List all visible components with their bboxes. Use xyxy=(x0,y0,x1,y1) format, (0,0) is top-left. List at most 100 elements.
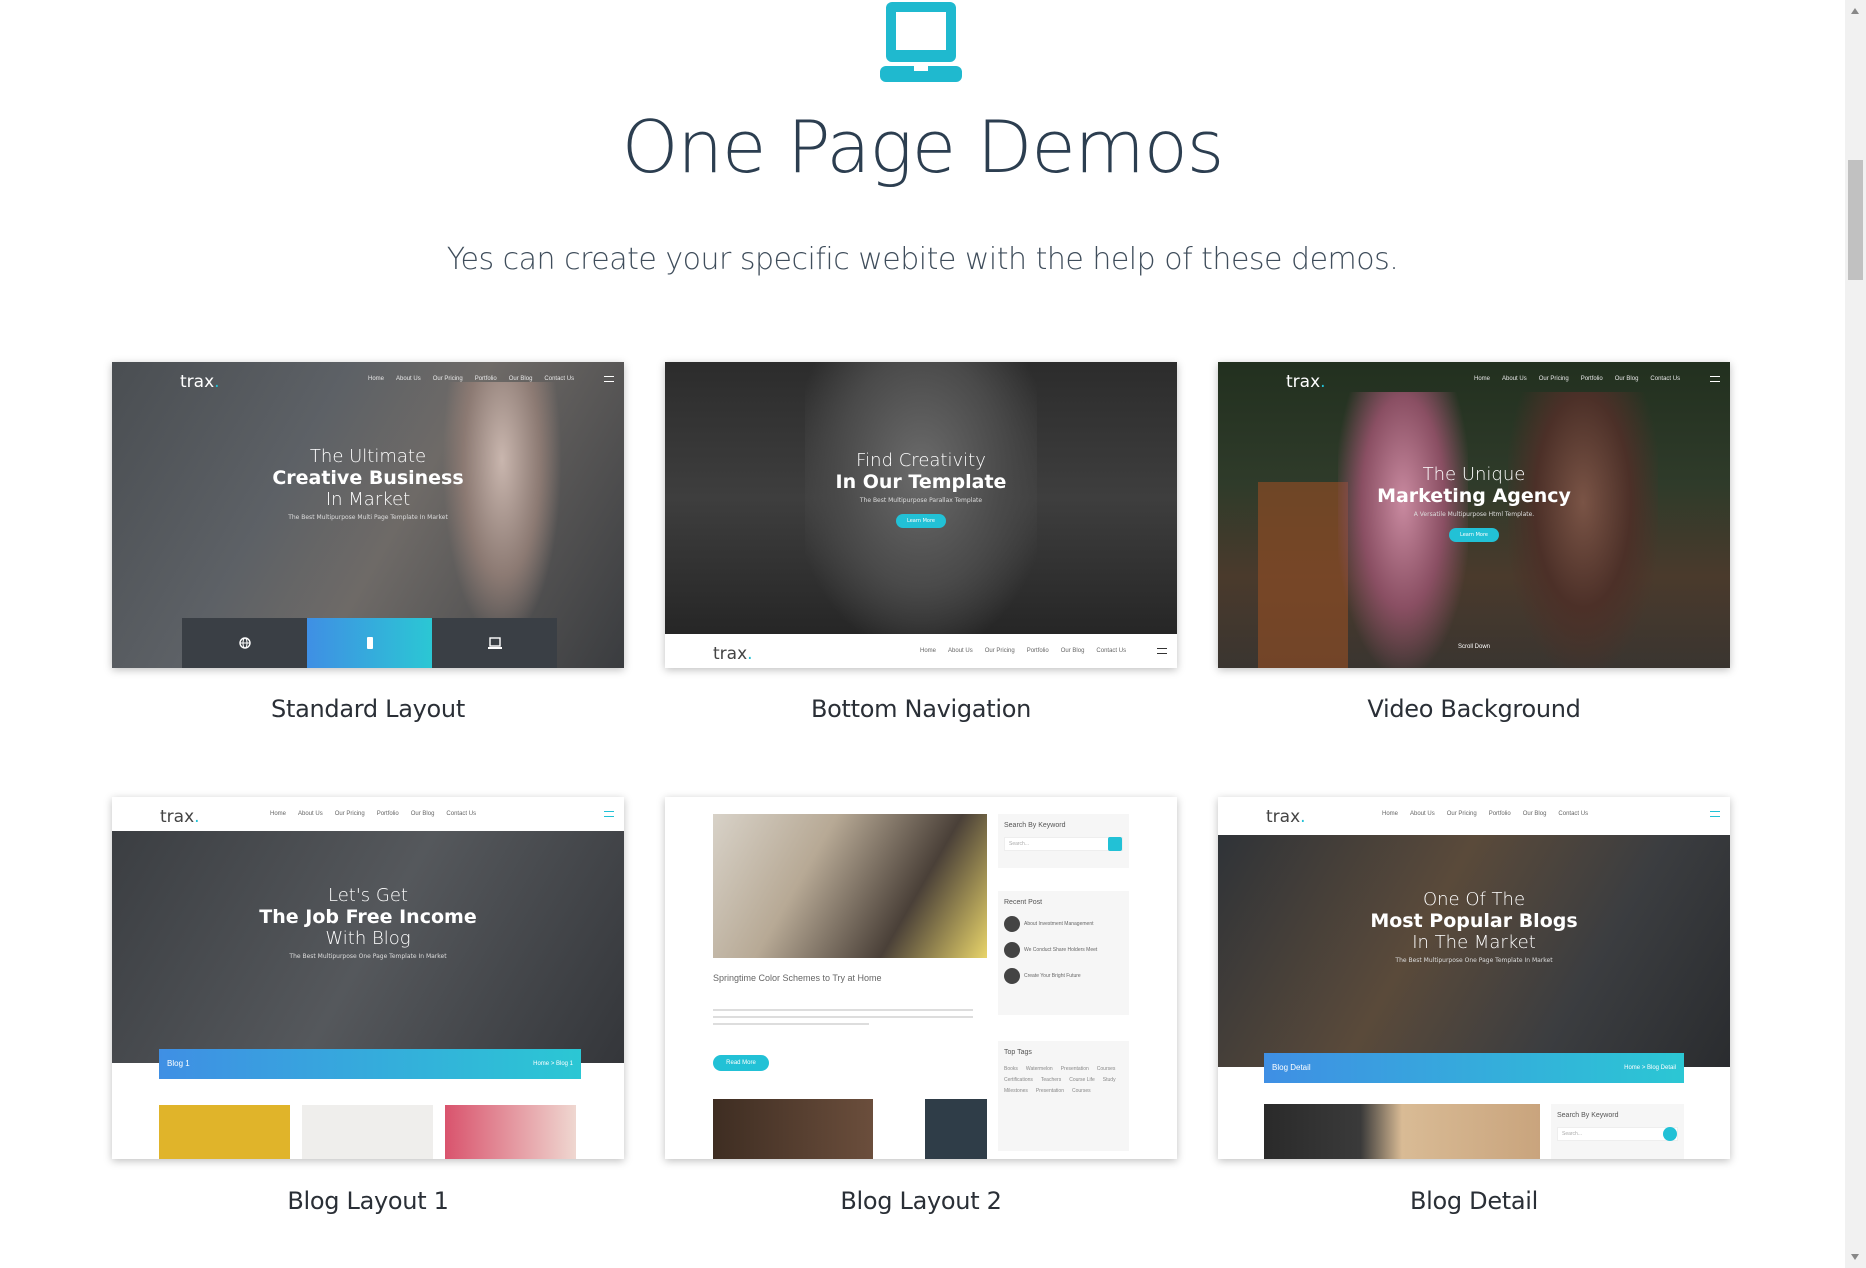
search-label: Search By Keyword xyxy=(1004,822,1066,829)
hero-subtext: The Best Multipurpose Multi Page Templat… xyxy=(288,514,448,521)
hero-line: In The Market xyxy=(1412,932,1536,953)
banner-title: Blog Detail xyxy=(1272,1063,1311,1072)
demo-label[interactable]: Blog Layout 2 xyxy=(665,1187,1177,1215)
demo-card-bottom-navigation[interactable]: Find Creativity In Our Template The Best… xyxy=(665,362,1177,723)
demo-label[interactable]: Video Background xyxy=(1218,695,1730,723)
page-title: One Page Demos xyxy=(621,105,1225,189)
preview-nav-link: About Us xyxy=(1502,376,1527,382)
preview-nav-link: Our Blog xyxy=(508,376,533,382)
scroll-down-hint: Scroll Down xyxy=(1457,644,1490,650)
preview-hero-text: Let's Get The Job Free Income With Blog … xyxy=(112,885,624,960)
preview-nav-link: Our Pricing xyxy=(1446,811,1477,817)
demo-label[interactable]: Blog Detail xyxy=(1218,1187,1730,1215)
hero-line: Let's Get xyxy=(328,885,408,906)
page-scrollbar[interactable] xyxy=(1845,0,1866,1268)
search-icon xyxy=(1108,837,1122,851)
demo-thumbnail[interactable]: trax. Home About Us Our Pricing Portfoli… xyxy=(112,797,624,1159)
demo-thumbnail[interactable]: trax. Home About Us Our Pricing Portfoli… xyxy=(1218,797,1730,1159)
preview-nav-link: Our Pricing xyxy=(334,811,365,817)
banner-title: Blog 1 xyxy=(167,1059,190,1068)
preview-nav-link: Home xyxy=(368,376,385,382)
trax-logo: trax. xyxy=(180,372,220,392)
search-label: Search By Keyword xyxy=(1557,1112,1619,1119)
search-widget: Search By Keyword Search... xyxy=(998,814,1129,868)
preview-hero-text: Find Creativity In Our Template The Best… xyxy=(665,450,1177,528)
post-image-yellow xyxy=(159,1105,290,1159)
hero-line: With Blog xyxy=(325,928,411,949)
post-title: Springtime Color Schemes to Try at Home xyxy=(713,973,882,983)
preview-nav-link: Our Blog xyxy=(1614,376,1639,382)
post-image-pink xyxy=(445,1105,576,1159)
hero-line: Find Creativity xyxy=(856,450,986,471)
mobile-icon xyxy=(307,618,432,668)
demo-label[interactable]: Standard Layout xyxy=(112,695,624,723)
preview-bottom-nav: trax. Home About Us Our Pricing Portfoli… xyxy=(665,634,1177,668)
page-subtitle: Yes can create your specific webite with… xyxy=(446,242,1399,277)
menu-icon xyxy=(1710,376,1720,382)
hero-line: Marketing Agency xyxy=(1377,485,1571,507)
preview-nav: trax. Home About Us Our Pricing Portfoli… xyxy=(112,797,624,831)
preview-nav-link: Portfolio xyxy=(376,811,399,817)
hero-line: The Job Free Income xyxy=(259,906,477,928)
post-image-2 xyxy=(925,1099,987,1159)
hero-line: One Of The xyxy=(1422,889,1526,910)
laptop-icon xyxy=(880,2,962,82)
demo-thumbnail[interactable]: Springtime Color Schemes to Try at Home … xyxy=(665,797,1177,1159)
recent-posts-widget: Recent Post About Investment Management … xyxy=(998,891,1129,1015)
demo-thumbnail[interactable]: trax. Home About Us Our Pricing Portfoli… xyxy=(1218,362,1730,668)
tag-list: Books Watermelon Presentation Courses Certi… xyxy=(1004,1066,1116,1094)
demo-card-standard-layout[interactable]: trax. Home About Us Our Pricing Portfoli… xyxy=(112,362,624,723)
search-input: Search... xyxy=(1557,1127,1678,1141)
preview-nav: trax. Home About Us Our Pricing Portfoli… xyxy=(112,362,624,398)
preview-nav-link: Portfolio xyxy=(1026,648,1049,654)
menu-icon xyxy=(604,811,614,817)
preview-nav-link: About Us xyxy=(1410,811,1435,817)
laptop-small-icon xyxy=(432,618,557,668)
tags-label: Top Tags xyxy=(1004,1049,1032,1056)
preview-nav-link: Portfolio xyxy=(1488,811,1511,817)
preview-nav-link: Our Pricing xyxy=(1538,376,1569,382)
demo-label[interactable]: Bottom Navigation xyxy=(665,695,1177,723)
search-icon xyxy=(1663,1127,1677,1141)
trax-logo: trax. xyxy=(713,644,753,664)
demo-card-blog-layout-1[interactable]: trax. Home About Us Our Pricing Portfoli… xyxy=(112,797,624,1215)
blog-banner: Blog Detail Home > Blog Detail xyxy=(1264,1053,1684,1083)
demo-card-blog-detail[interactable]: trax. Home About Us Our Pricing Portfoli… xyxy=(1218,797,1730,1215)
preview-nav-link: About Us xyxy=(948,648,973,654)
hero-line: In Our Template xyxy=(835,471,1007,493)
preview-hero-text: The Unique Marketing Agency A Versatile … xyxy=(1218,464,1730,542)
preview-nav-link: Home xyxy=(1474,376,1491,382)
demo-card-blog-layout-2[interactable]: Springtime Color Schemes to Try at Home … xyxy=(665,797,1177,1215)
demo-thumbnail[interactable]: trax. Home About Us Our Pricing Portfoli… xyxy=(112,362,624,668)
hero-subtext: The Best Multipurpose One Page Template … xyxy=(289,953,447,960)
post-image-light xyxy=(302,1105,433,1159)
menu-icon xyxy=(604,376,614,382)
trax-logo: trax. xyxy=(1266,807,1306,827)
menu-icon xyxy=(1710,811,1720,817)
scroll-down-arrow[interactable] xyxy=(1851,1254,1859,1260)
recent-label: Recent Post xyxy=(1004,899,1043,906)
recent-post-item: We Conduct Share Holders Meet xyxy=(1004,942,1123,958)
preview-hero-text: One Of The Most Popular Blogs In The Mar… xyxy=(1218,889,1730,964)
preview-nav-link: Our Blog xyxy=(1060,648,1085,654)
scrollbar-thumb[interactable] xyxy=(1848,160,1863,280)
recent-post-item: About Investment Management xyxy=(1004,916,1123,932)
search-widget: Search By Keyword Search... xyxy=(1551,1104,1684,1159)
demo-label[interactable]: Blog Layout 1 xyxy=(112,1187,624,1215)
blog-banner: Blog 1 Home > Blog 1 xyxy=(159,1049,581,1079)
hero-line: The Ultimate xyxy=(309,446,427,467)
preview-nav-link: Home xyxy=(270,811,287,817)
post-image xyxy=(1264,1104,1540,1159)
demo-card-video-background[interactable]: trax. Home About Us Our Pricing Portfoli… xyxy=(1218,362,1730,723)
demo-thumbnail[interactable]: Find Creativity In Our Template The Best… xyxy=(665,362,1177,668)
hero-subtext: The Best Multipurpose One Page Template … xyxy=(1395,957,1553,964)
preview-nav-link: Home xyxy=(920,648,937,654)
preview-nav-link: Contact Us xyxy=(1558,811,1589,817)
preview-nav: trax. Home About Us Our Pricing Portfoli… xyxy=(1218,362,1730,398)
preview-nav-link: Contact Us xyxy=(446,811,477,817)
post-excerpt xyxy=(713,1009,973,1037)
scroll-up-arrow[interactable] xyxy=(1851,8,1859,14)
preview-nav-link: Portfolio xyxy=(474,376,497,382)
read-more-button: Read More xyxy=(713,1055,769,1071)
banner-breadcrumb: Home > Blog 1 xyxy=(533,1061,573,1067)
